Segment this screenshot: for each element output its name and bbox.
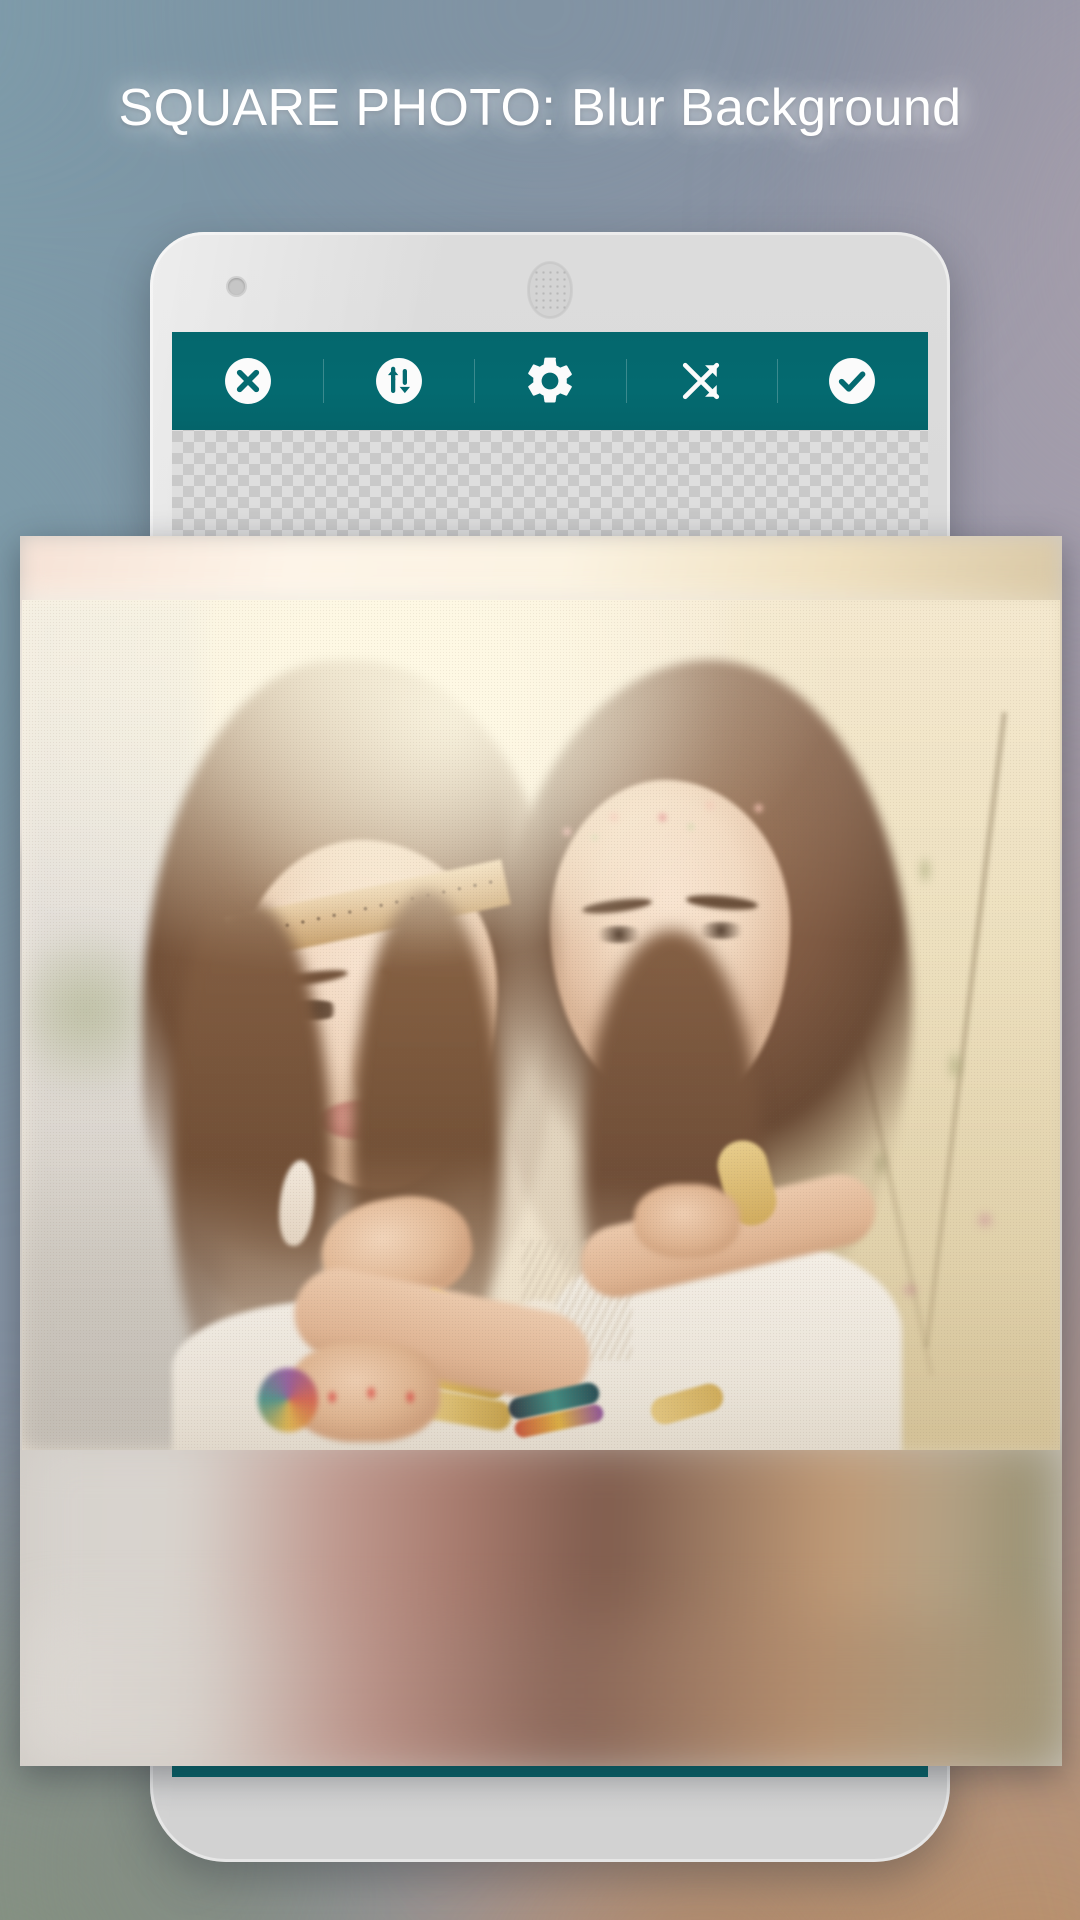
check-circle-icon [825,354,879,408]
blur-band-top [20,536,1062,602]
blur-band-bottom-soft [20,1616,1062,1766]
close-circle-icon [221,354,275,408]
settings-button[interactable] [474,332,625,430]
photo-woman-right-eye-right [694,922,748,939]
shuffle-icon [674,354,728,408]
photo-beaded-wrist-bracelet [258,1368,318,1432]
photo-woman-right-eye-left [592,926,646,943]
photo-red-nails [314,1384,444,1414]
square-photo-preview[interactable] [20,536,1062,1766]
gear-icon [522,353,578,409]
swap-button[interactable] [323,332,474,430]
front-camera-icon [228,278,245,295]
photo-canvas[interactable] [22,600,1060,1450]
shuffle-button[interactable] [625,332,777,430]
photo-hand-on-shoulder [634,1184,740,1258]
page-title: SQUARE PHOTO: Blur Background [118,79,962,137]
editor-top-toolbar [172,332,928,430]
earpiece-speaker-icon [528,262,572,318]
close-button[interactable] [172,332,323,430]
photo-left-foliage [26,900,146,1120]
swap-vertical-circle-icon [372,354,426,408]
done-button[interactable] [776,332,928,430]
